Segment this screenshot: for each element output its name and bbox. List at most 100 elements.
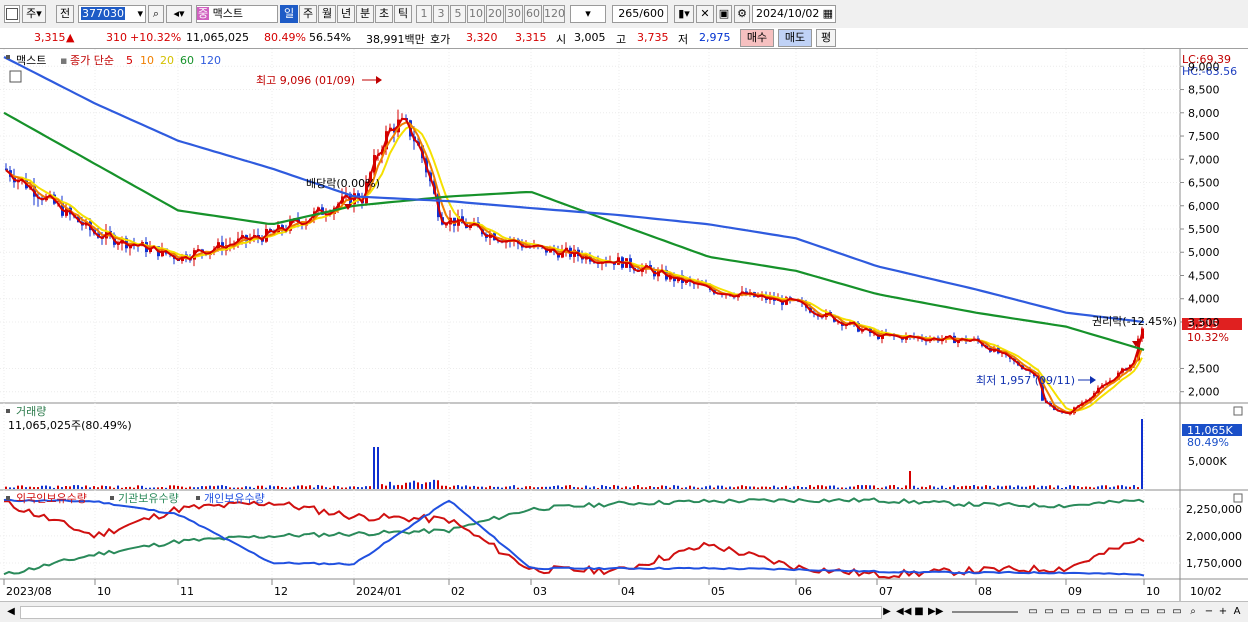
buy-button[interactable]: 매수 [740,29,774,47]
volume-bar [985,485,987,489]
volume-bar [821,485,823,489]
count-field[interactable]: 265/600 [612,5,668,23]
interval-tab-0[interactable]: 1 [416,5,432,23]
layout-8-icon[interactable]: ▭ [1138,605,1152,619]
market-select[interactable]: 주▾ [22,5,46,23]
layout-3-icon[interactable]: ▭ [1058,605,1072,619]
prev-button[interactable]: 전 [56,5,74,23]
interval-tab-2[interactable]: 5 [450,5,466,23]
layout-9-icon[interactable]: ▭ [1154,605,1168,619]
volume-bar [253,487,255,489]
price-tick-1: 8,500 [1188,84,1220,97]
volume-bar [697,487,699,489]
x-tick-3: 12 [274,585,288,598]
volume-bar [973,485,975,489]
stock-name-field[interactable]: 중 맥스트 [196,5,278,23]
stop-icon[interactable]: ■ [912,605,926,619]
interval-input[interactable]: ▾ [570,5,606,23]
period-tab-5[interactable]: 초 [375,5,393,23]
layout-2-icon[interactable]: ▭ [1042,605,1056,619]
volume-bar [201,486,203,489]
volume-bar [1013,487,1015,489]
holders-panel-close-icon[interactable] [1233,493,1243,503]
period-tab-6[interactable]: 틱 [394,5,412,23]
table-icon[interactable] [9,70,22,83]
volume-panel-close-icon[interactable] [1233,406,1243,416]
volume-bar [725,487,727,489]
interval-tab-3[interactable]: 10 [467,5,485,23]
volume-bar [429,482,431,489]
volume-bar [841,487,843,489]
calendar-icon[interactable]: ▦ [823,6,835,22]
legend-stock-name: 맥스트 [16,54,46,67]
x-tick-5: 02 [451,585,465,598]
volume-bar [1045,486,1047,489]
interval-tab-7[interactable]: 120 [543,5,565,23]
period-tab-2[interactable]: 월 [318,5,336,23]
eval-button[interactable]: 평 [816,29,836,47]
crosshair-icon[interactable]: ✕ [696,5,714,23]
period-tab-4[interactable]: 분 [356,5,374,23]
forward-icon[interactable]: ▶▶ [928,605,943,619]
volume-bar [101,485,103,489]
volume-bar [809,485,811,489]
gear-icon[interactable]: ⚙ [734,5,750,23]
volume-bar [281,486,283,489]
layout-5-icon[interactable]: ▭ [1090,605,1104,619]
interval-tab-4[interactable]: 20 [486,5,504,23]
layout-6-icon[interactable]: ▭ [1106,605,1120,619]
zoom-icon[interactable]: ⌕ [1186,605,1200,619]
volume-bar [525,486,527,489]
volume-bar [861,485,863,489]
layout-7-icon[interactable]: ▭ [1122,605,1136,619]
volume-bar [433,479,435,489]
x-tick-14: 10/02 [1190,585,1222,598]
volume-bar [901,487,903,489]
code-input[interactable]: 377030 ▾ [78,5,146,23]
sell-button[interactable]: 매도 [778,29,812,47]
play-icon[interactable]: ▶ [880,605,894,619]
scrollbar-track[interactable] [20,606,882,619]
save-icon[interactable]: ▣ [716,5,732,23]
volume-bar [493,486,495,489]
interval-tab-5[interactable]: 30 [505,5,523,23]
search-icon[interactable]: ⌕ [148,5,164,23]
legend-ma5: 5 [126,54,133,67]
layout-4-icon[interactable]: ▭ [1074,605,1088,619]
date-field[interactable]: 2024/10/02 ▦ [752,5,836,23]
volume-bar [21,485,23,489]
volume-bar [533,487,535,489]
volume-bar [213,486,215,489]
chart-area[interactable]: 맥스트 ▪ 종가 단순 5 10 20 60 120 거래량 11,065,02… [0,49,1248,601]
period-tab-3[interactable]: 년 [337,5,355,23]
period-tab-0[interactable]: 일 [280,5,298,23]
scroll-left-icon[interactable]: ◀ [4,605,18,619]
volume-bar [409,482,411,489]
volume-bar [1137,487,1139,489]
volume-bar [517,487,519,489]
legend-price-label: 종가 단순 [70,54,114,67]
period-tab-1[interactable]: 주 [299,5,317,23]
volume-bar [529,486,531,489]
layout-10-icon[interactable]: ▭ [1170,605,1184,619]
legend-ma10: 10 [140,54,154,67]
volume-bar [229,487,231,489]
volume-bar [785,485,787,489]
volume-bar [997,485,999,489]
stock-chart[interactable]: 맥스트 ▪ 종가 단순 5 10 20 60 120 거래량 11,065,02… [0,49,1248,601]
candle-icon[interactable]: ▮▾ [674,5,694,23]
window-menu-icon[interactable] [4,5,20,23]
zoom-out-icon[interactable]: − [1202,605,1216,619]
layout-1-icon[interactable]: ▭ [1026,605,1040,619]
volume-bar [961,486,963,489]
rewind-icon[interactable]: ◀◀ [896,605,911,619]
interval-tab-1[interactable]: 3 [433,5,449,23]
volume-bar [569,485,571,489]
quote-bar: 3,315 ▲ 310 +10.32% 11,065,025 80.49% 56… [0,28,1248,49]
speaker-icon[interactable]: ◂▾ [166,5,192,23]
zoom-slider[interactable] [952,611,1018,613]
font-size-icon[interactable]: A [1230,605,1244,619]
interval-tab-6[interactable]: 60 [524,5,542,23]
volume-bar [1101,485,1103,489]
zoom-in-icon[interactable]: + [1216,605,1230,619]
